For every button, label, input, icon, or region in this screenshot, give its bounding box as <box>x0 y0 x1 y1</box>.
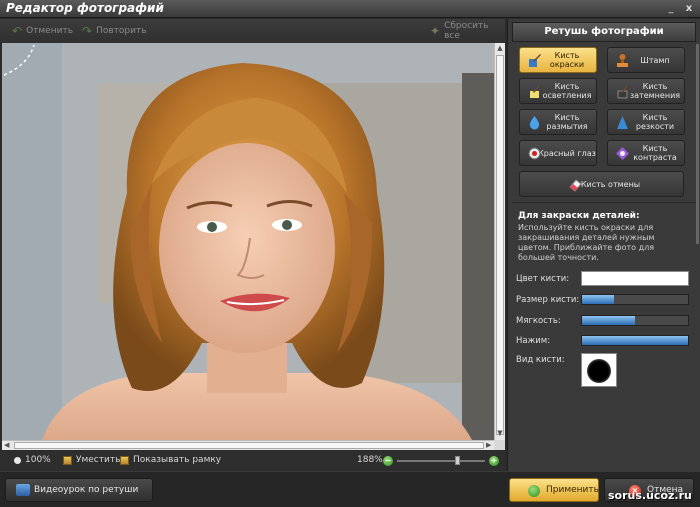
tool-label: Кисть отмены <box>580 179 641 189</box>
pressure-slider[interactable] <box>581 335 689 346</box>
window-title: Редактор фотографий <box>6 1 164 15</box>
tool-label: Кисть окраски <box>549 51 585 69</box>
scroll-corner <box>494 440 505 450</box>
brush-size-fill <box>582 295 614 304</box>
tool-label: Кисть размытия <box>546 113 588 131</box>
toolbar: ↶ Отменить ↷ Повторить ✦ Сбросить все <box>0 19 505 43</box>
photo-canvas[interactable] <box>2 43 494 440</box>
scroll-right-icon[interactable]: ▶ <box>486 441 491 449</box>
tool-label: Кисть резкости <box>635 113 675 131</box>
tool-undo-brush[interactable]: Кисть отмены <box>519 171 684 197</box>
tool-contrast-brush[interactable]: Кисть контраста <box>607 140 685 166</box>
zoom-knob[interactable] <box>455 456 461 465</box>
zoom-dot-icon <box>14 456 21 464</box>
portrait-photo <box>2 43 494 440</box>
minimize-button[interactable]: _ <box>663 2 679 15</box>
reset-icon: ✦ <box>430 24 441 38</box>
blur-drop-icon <box>529 116 540 130</box>
horizontal-scrollbar[interactable]: ◀ ▶ <box>2 440 494 450</box>
tool-stamp[interactable]: Штамп <box>607 47 685 73</box>
zoom-value-label: 188% <box>357 455 383 465</box>
title-bar: Редактор фотографий _ x <box>0 0 700 18</box>
brush-color-label: Цвет кисти: <box>516 274 570 284</box>
pressure-label: Нажим: <box>516 336 551 346</box>
undo-button[interactable]: ↶ Отменить <box>12 24 73 38</box>
zoom-100-label: 100% <box>25 455 51 465</box>
watermark: sorus.ucoz.ru <box>608 489 692 502</box>
reset-all-button[interactable]: ✦ Сбросить все <box>430 21 505 41</box>
scroll-left-icon[interactable]: ◀ <box>4 441 9 449</box>
lighten-brush-icon <box>530 85 540 98</box>
panel-scrollbar[interactable] <box>696 44 699 244</box>
pressure-fill <box>582 336 688 345</box>
tool-darken-brush[interactable]: Кисть затемнения <box>607 78 685 104</box>
vertical-scrollbar[interactable]: ▲ ▼ <box>494 43 505 440</box>
video-tutorial-button[interactable]: Видеоурок по ретуши <box>5 478 153 502</box>
tool-label: Кисть контраста <box>633 144 677 162</box>
red-eye-icon <box>528 147 541 160</box>
close-button[interactable]: x <box>681 2 697 15</box>
brush-size-slider[interactable] <box>581 294 689 305</box>
video-camera-icon <box>16 484 30 496</box>
stamp-icon <box>617 54 628 67</box>
horizontal-scroll-thumb[interactable] <box>14 442 484 449</box>
tool-lighten-brush[interactable]: Кисть осветления <box>519 78 597 104</box>
fit-button[interactable]: Уместить <box>63 455 120 465</box>
zoom-100-button[interactable]: 100% <box>14 455 51 465</box>
sharpen-cone-icon <box>617 116 628 129</box>
undo-label: Отменить <box>26 26 73 36</box>
brush-shape-label: Вид кисти: <box>516 355 565 365</box>
darken-brush-icon <box>617 85 628 99</box>
check-icon <box>528 485 540 497</box>
softness-label: Мягкость: <box>516 316 561 326</box>
video-tutorial-label: Видеоурок по ретуши <box>34 485 139 495</box>
brush-shape-preview[interactable] <box>581 353 617 387</box>
panel-divider <box>512 202 696 203</box>
help-title: Для закраски деталей: <box>518 211 640 221</box>
frame-icon <box>120 455 129 465</box>
contrast-icon <box>616 147 629 160</box>
brush-shape-icon <box>587 359 611 383</box>
redo-label: Повторить <box>96 26 147 36</box>
redo-button[interactable]: ↷ Повторить <box>82 24 147 38</box>
apply-button[interactable]: Применить <box>509 478 599 502</box>
apply-label: Применить <box>546 485 599 495</box>
softness-fill <box>582 316 635 325</box>
scroll-down-icon[interactable]: ▼ <box>496 429 504 437</box>
vertical-scroll-thumb[interactable] <box>496 55 504 435</box>
zoom-slider[interactable]: − + <box>383 455 500 467</box>
softness-slider[interactable] <box>581 315 689 326</box>
redo-arrow-icon: ↷ <box>82 24 93 38</box>
reset-label: Сбросить все <box>444 21 489 41</box>
help-text: Используйте кисть окраски для закрашиван… <box>518 223 655 262</box>
tool-label: Кисть осветления <box>542 82 592 100</box>
tool-label: Штамп <box>640 55 670 65</box>
show-frame-toggle[interactable]: Показывать рамку <box>120 455 221 465</box>
show-frame-label: Показывать рамку <box>133 455 222 465</box>
undo-arrow-icon: ↶ <box>12 24 23 38</box>
paint-brush-icon <box>529 54 541 67</box>
scroll-up-icon[interactable]: ▲ <box>496 44 504 52</box>
tool-blur-brush[interactable]: Кисть размытия <box>519 109 597 135</box>
fit-label: Уместить <box>76 455 121 465</box>
tool-red-eye[interactable]: Красный глаз <box>519 140 597 166</box>
tool-label: Кисть затемнения <box>629 82 681 100</box>
panel-title: Ретушь фотографии <box>512 22 696 42</box>
zoom-out-icon[interactable]: − <box>383 456 393 466</box>
tool-label: Красный глаз <box>538 148 596 158</box>
fit-icon <box>63 455 72 465</box>
brush-size-label: Размер кисти: <box>516 295 580 305</box>
eraser-icon <box>569 179 582 192</box>
zoom-in-icon[interactable]: + <box>489 456 499 466</box>
zoom-track[interactable] <box>397 460 485 462</box>
brush-color-swatch[interactable] <box>581 271 689 286</box>
tool-paint-brush[interactable]: Кисть окраски <box>519 47 597 73</box>
zoom-value: 188% <box>357 455 383 465</box>
tool-sharpen-brush[interactable]: Кисть резкости <box>607 109 685 135</box>
